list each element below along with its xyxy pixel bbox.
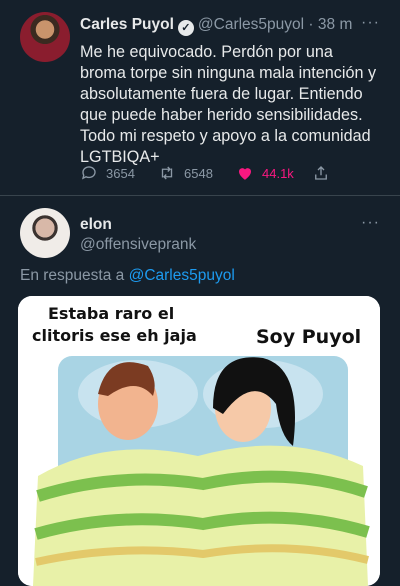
author-name[interactable]: elon: [80, 216, 112, 233]
like-button[interactable]: 44.1k: [236, 164, 294, 182]
share-button[interactable]: [312, 164, 330, 182]
avatar[interactable]: [20, 12, 70, 62]
timestamp[interactable]: 38 m: [318, 16, 352, 33]
separator: ·: [308, 16, 314, 33]
tweet-actions: 3654 6548 44.1k: [80, 164, 380, 184]
reply-prefix: En respuesta a: [20, 267, 125, 284]
avatar[interactable]: [20, 208, 70, 258]
more-options-icon[interactable]: ···: [361, 214, 380, 232]
divider: [0, 195, 400, 196]
author-handle[interactable]: @offensiveprank: [80, 236, 196, 253]
retweet-icon: [161, 166, 173, 180]
tweet-image[interactable]: Estaba raro el clitoris ese eh jaja Soy …: [18, 296, 380, 586]
reply-count: 3654: [106, 165, 135, 181]
retweet-count: 6548: [184, 165, 213, 181]
heart-icon: [239, 168, 251, 180]
meme-caption-right: Soy Puyol: [256, 326, 362, 348]
reply-handle-link[interactable]: @Carles5puyol: [129, 267, 235, 284]
tweet-header: elon: [80, 216, 112, 234]
like-count: 44.1k: [262, 165, 294, 181]
tweet-text: Me he equivocado. Perdón por una broma t…: [80, 43, 377, 166]
author-name[interactable]: Carles Puyol: [80, 16, 174, 33]
share-icon: [315, 166, 327, 180]
author-handle-row: @offensiveprank: [80, 236, 196, 254]
verified-icon: ✓: [177, 20, 194, 36]
more-options-icon[interactable]: ···: [361, 14, 380, 32]
reply-context: En respuesta a @Carles5puyol: [20, 267, 235, 285]
tweet-header: Carles Puyol ✓ @Carles5puyol · 38 m: [80, 16, 352, 36]
reply-icon: [81, 166, 96, 180]
meme-caption-left-2: clitoris ese eh jaja: [32, 326, 197, 345]
retweet-button[interactable]: 6548: [158, 164, 213, 182]
reply-button[interactable]: 3654: [80, 164, 135, 182]
meme-caption-left-1: Estaba raro el: [48, 304, 175, 323]
author-handle[interactable]: @Carles5puyol: [198, 16, 304, 33]
